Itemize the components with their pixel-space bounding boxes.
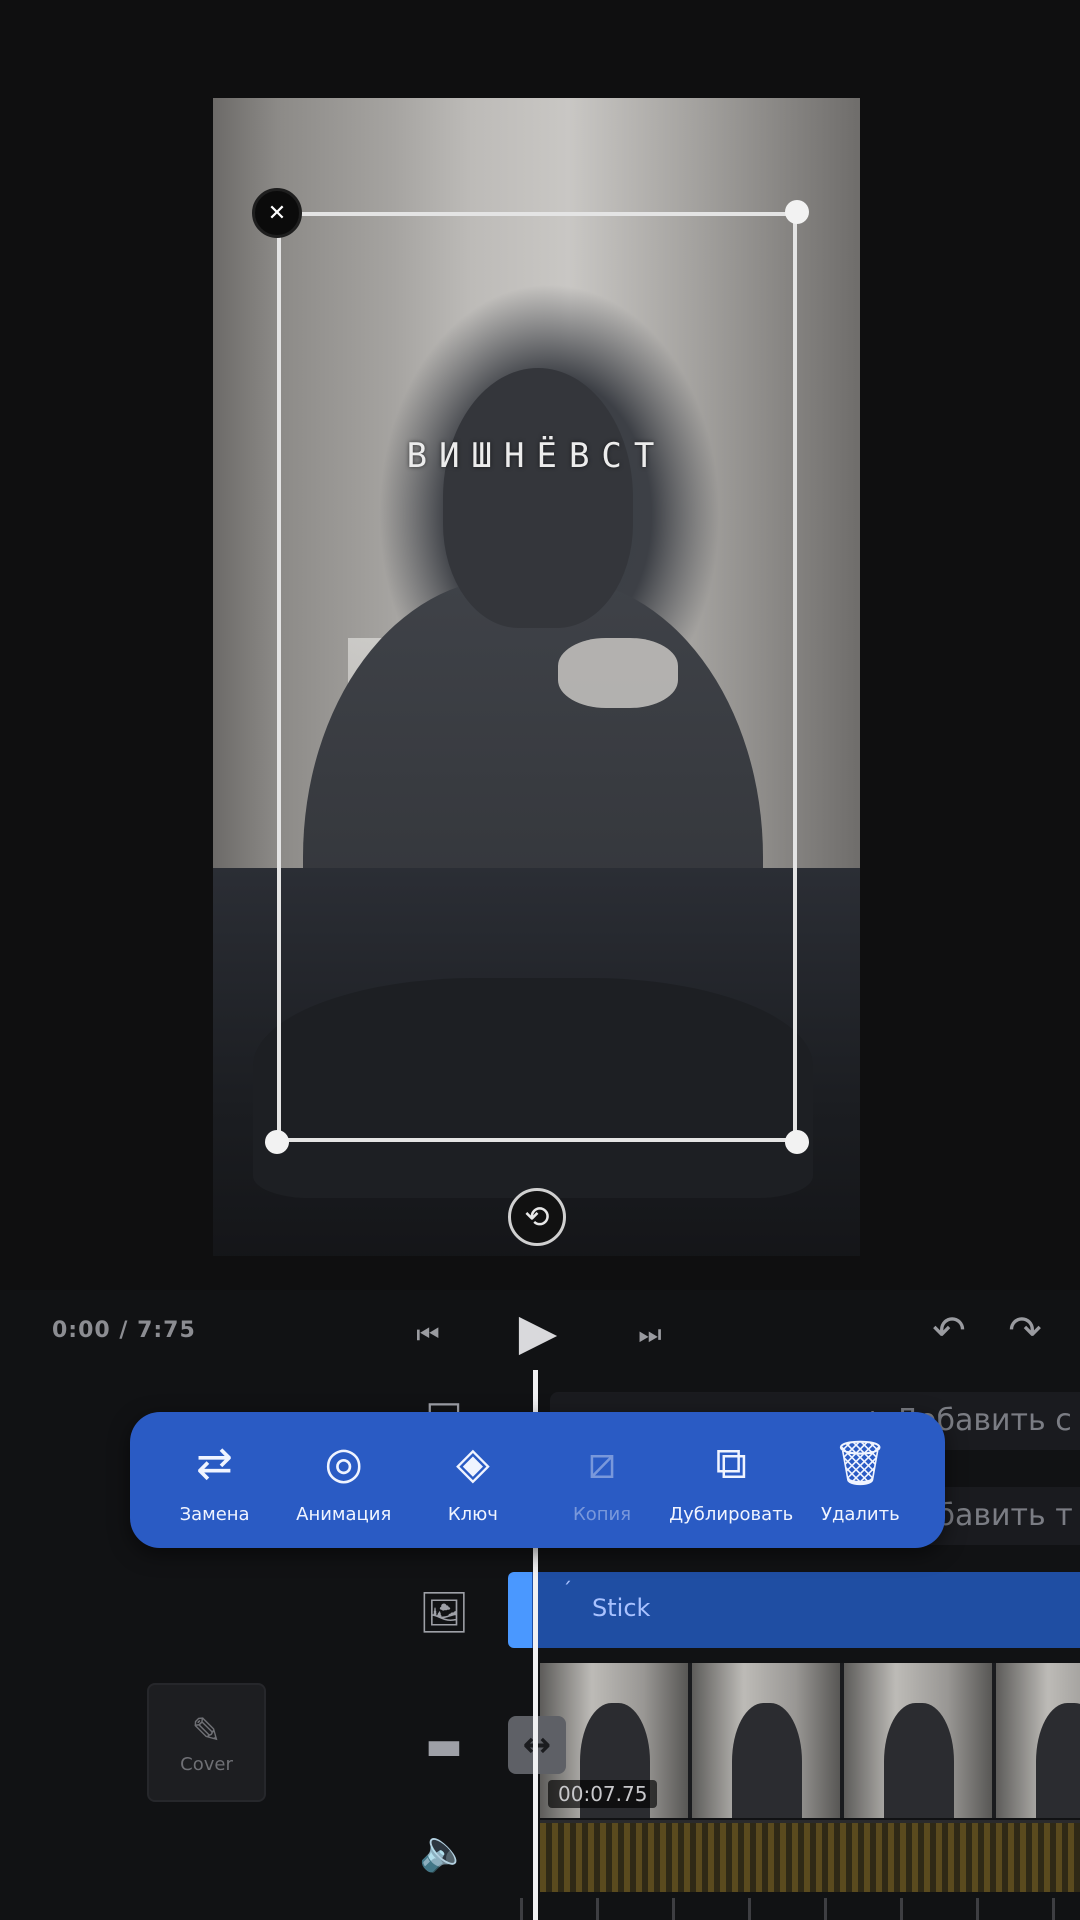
- video-editor: ВИШНЁВСТ ✕ ⟲ 0:00 / 7:75 ⏮ ▶ ⏭ ↶ ↷ ▭ + Д…: [0, 0, 1080, 1920]
- tool-label: Анимация: [296, 1503, 392, 1525]
- close-icon[interactable]: ✕: [252, 188, 302, 238]
- resize-handle-bottom-left[interactable]: [265, 1130, 289, 1154]
- clip-toolbar: ⇄ Замена ◎ Анимация ◈ Ключ ⧄ Копия ⧉ Дуб…: [130, 1412, 945, 1548]
- tool-label: Удалить: [820, 1503, 900, 1525]
- resize-handle-bottom-right[interactable]: [785, 1130, 809, 1154]
- edit-cover-icon: ✎: [191, 1710, 222, 1752]
- selection-box[interactable]: [277, 212, 797, 1142]
- replace-button[interactable]: ⇄ Замена: [152, 1420, 277, 1540]
- keyframe-button[interactable]: ◈ Ключ: [410, 1420, 535, 1540]
- film-frame: [996, 1663, 1080, 1818]
- audio-waveform[interactable]: [540, 1820, 1080, 1892]
- audio-track-icon[interactable]: 🔈: [414, 1820, 474, 1880]
- tool-label: Ключ: [447, 1503, 498, 1525]
- time-display: 0:00 / 7:75: [52, 1318, 196, 1343]
- clip-label: Stick: [592, 1594, 651, 1622]
- copy-button[interactable]: ⧄ Копия: [540, 1420, 665, 1540]
- copy-icon: ⧄: [588, 1437, 617, 1489]
- tool-label: Копия: [573, 1503, 632, 1525]
- duplicate-button[interactable]: ⧉ Дублировать: [669, 1420, 794, 1540]
- animation-button[interactable]: ◎ Анимация: [281, 1420, 406, 1540]
- film-frame: [844, 1663, 992, 1818]
- undo-icon[interactable]: ↶: [924, 1306, 974, 1356]
- replace-icon: ⇄: [196, 1437, 234, 1489]
- clip-start-mark: ˊ: [562, 1578, 572, 1602]
- tool-label: Замена: [179, 1503, 250, 1525]
- film-frame: [692, 1663, 840, 1818]
- duplicate-icon: ⧉: [715, 1437, 747, 1489]
- sticker-track-icon[interactable]: 🖼: [414, 1582, 474, 1642]
- cover-button[interactable]: ✎ Cover: [147, 1683, 266, 1802]
- skip-to-start-icon[interactable]: ⏮: [408, 1315, 448, 1355]
- video-track-icon[interactable]: ▬: [414, 1716, 474, 1776]
- delete-icon: 🗑: [832, 1437, 889, 1489]
- timeline-ruler: [520, 1898, 1080, 1920]
- keyframe-icon: ◈: [455, 1437, 490, 1489]
- rotate-icon[interactable]: ⟲: [508, 1188, 566, 1246]
- play-icon[interactable]: ▶: [510, 1302, 566, 1362]
- redo-icon[interactable]: ↷: [1000, 1306, 1050, 1356]
- resize-handle-top-right[interactable]: [785, 200, 809, 224]
- delete-button[interactable]: 🗑 Удалить: [798, 1420, 923, 1540]
- animation-icon: ◎: [324, 1437, 363, 1489]
- cover-label: Cover: [180, 1753, 233, 1775]
- tool-label: Дублировать: [669, 1503, 794, 1525]
- clip-duration: 00:07.75: [548, 1780, 658, 1808]
- sticker-clip[interactable]: ˊ Stick: [508, 1572, 1080, 1648]
- skip-to-end-icon[interactable]: ⏭: [630, 1315, 670, 1355]
